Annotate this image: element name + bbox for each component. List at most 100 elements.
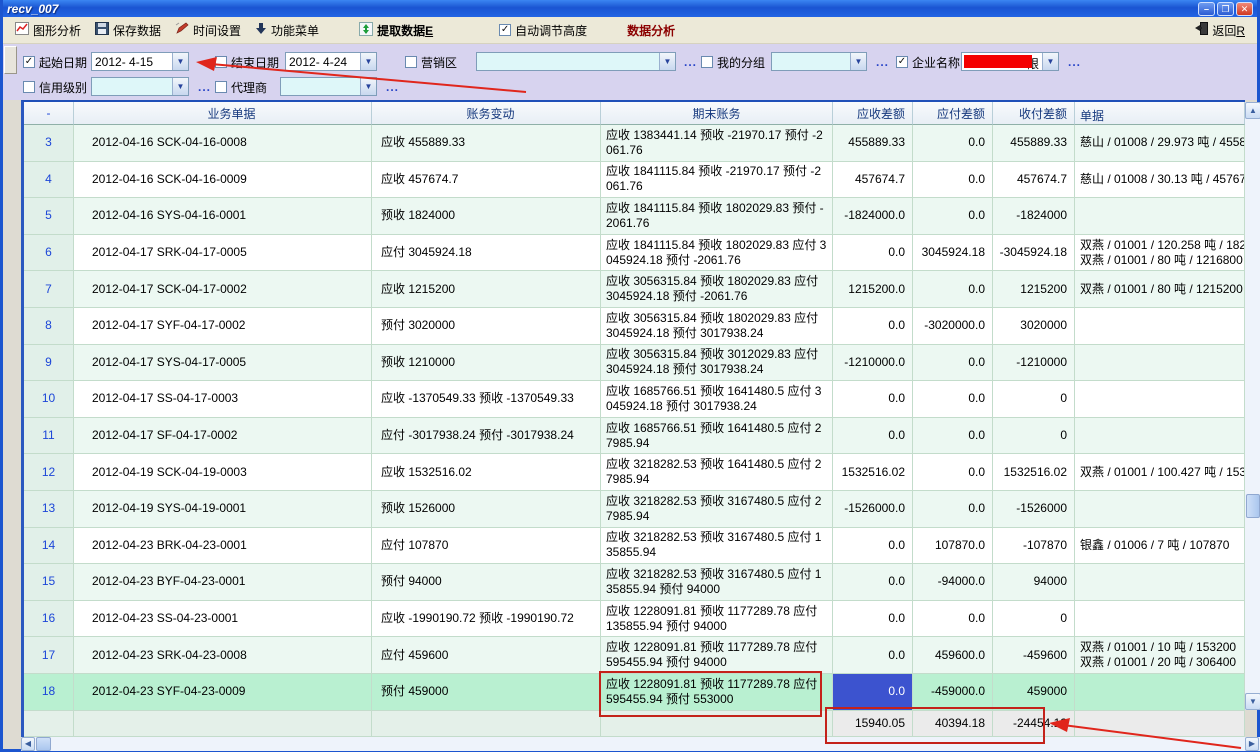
cell-num[interactable]: 6 (24, 235, 74, 272)
agent-combobox[interactable]: ▼ (280, 77, 377, 96)
chevron-down-icon[interactable]: ▼ (360, 78, 376, 95)
company-name-combobox[interactable]: 限 ▼ (961, 52, 1059, 71)
end-date-checkbox[interactable] (215, 56, 227, 68)
cell-doc[interactable]: 2012-04-19 SCK-04-19-0003 (74, 454, 372, 491)
cell-bills[interactable] (1075, 601, 1245, 638)
cell-num[interactable]: 12 (24, 454, 74, 491)
table-row[interactable]: 32012-04-16 SCK-04-16-0008应收 455889.33应收… (24, 125, 1245, 162)
cell-pay[interactable]: 0.0 (913, 271, 993, 308)
table-row[interactable]: 172012-04-23 SRK-04-23-0008应付 459600应收 1… (24, 637, 1245, 674)
cell-net[interactable]: 94000 (993, 564, 1075, 601)
horizontal-scrollbar[interactable]: ◀ ▶ (21, 737, 1260, 751)
cell-doc[interactable]: 2012-04-17 SF-04-17-0002 (74, 418, 372, 455)
scroll-up-icon[interactable]: ▲ (1245, 102, 1260, 119)
column-header-pay[interactable]: 应付差额 (913, 102, 993, 125)
cell-bills[interactable]: 双燕 / 01001 / 100.427 吨 / 153 (1075, 454, 1245, 491)
cell-net[interactable]: -1526000 (993, 491, 1075, 528)
column-header-num[interactable]: - (24, 102, 74, 125)
table-row[interactable]: 42012-04-16 SCK-04-16-0009应收 457674.7应收 … (24, 162, 1245, 199)
cell-change[interactable]: 应付 -3017938.24 预付 -3017938.24 (372, 418, 601, 455)
return-button[interactable]: 返回R (1195, 22, 1249, 39)
table-row[interactable]: 122012-04-19 SCK-04-19-0003应收 1532516.02… (24, 454, 1245, 491)
cell-num[interactable]: 9 (24, 345, 74, 382)
cell-change[interactable]: 预付 94000 (372, 564, 601, 601)
credit-level-checkbox[interactable] (23, 81, 35, 93)
cell-net[interactable]: -3045924.18 (993, 235, 1075, 272)
cell-bills[interactable]: 银鑫 / 01006 / 7 吨 / 107870 (1075, 528, 1245, 565)
chevron-down-icon[interactable]: ▼ (172, 53, 188, 70)
cell-pay[interactable]: 3045924.18 (913, 235, 993, 272)
cell-balance[interactable]: 应收 1841115.84 预收 1802029.83 应付 3045924.1… (601, 235, 833, 272)
table-row[interactable]: 132012-04-19 SYS-04-19-0001预收 1526000应收 … (24, 491, 1245, 528)
column-header-recv[interactable]: 应收差额 (833, 102, 913, 125)
cell-bills[interactable] (1075, 345, 1245, 382)
cell-recv[interactable]: 457674.7 (833, 162, 913, 199)
minimize-button[interactable]: – (1198, 2, 1215, 16)
cell-recv[interactable]: 0.0 (833, 528, 913, 565)
cell-recv[interactable]: 455889.33 (833, 125, 913, 162)
cell-num[interactable]: 4 (24, 162, 74, 199)
cell-net[interactable]: -1824000 (993, 198, 1075, 235)
save-data-button[interactable]: 保存数据 (91, 20, 165, 41)
cell-num[interactable]: 13 (24, 491, 74, 528)
auto-height-toggle[interactable]: ✓ 自动调节高度 (495, 20, 591, 41)
cell-recv[interactable]: 0.0 (833, 381, 913, 418)
graph-analysis-button[interactable]: 图形分析 (11, 20, 85, 41)
my-group-checkbox[interactable] (701, 56, 713, 68)
auto-height-checkbox[interactable]: ✓ (499, 24, 511, 36)
cell-pay[interactable]: 0.0 (913, 418, 993, 455)
cell-net[interactable]: 457674.7 (993, 162, 1075, 199)
my-group-combobox[interactable]: ▼ (771, 52, 867, 71)
cell-bills[interactable]: 慈山 / 01008 / 29.973 吨 / 4558 (1075, 125, 1245, 162)
cell-change[interactable]: 应收 -1370549.33 预收 -1370549.33 (372, 381, 601, 418)
cell-pay[interactable]: -459000.0 (913, 674, 993, 711)
start-date-checkbox[interactable]: ✓ (23, 56, 35, 68)
cell-bills[interactable] (1075, 308, 1245, 345)
cell-net[interactable]: 0 (993, 601, 1075, 638)
cell-change[interactable]: 预付 3020000 (372, 308, 601, 345)
cell-bills[interactable] (1075, 381, 1245, 418)
cell-change[interactable]: 应付 3045924.18 (372, 235, 601, 272)
cell-recv[interactable]: 0.0 (833, 308, 913, 345)
cell-balance[interactable]: 应收 1841115.84 预收 1802029.83 预付 -2061.76 (601, 198, 833, 235)
cell-doc[interactable]: 2012-04-16 SCK-04-16-0009 (74, 162, 372, 199)
cell-change[interactable]: 应收 1215200 (372, 271, 601, 308)
agent-checkbox[interactable] (215, 81, 227, 93)
cell-doc[interactable]: 2012-04-23 SRK-04-23-0008 (74, 637, 372, 674)
cell-pay[interactable]: 0.0 (913, 162, 993, 199)
cell-recv[interactable]: 0.0 (833, 564, 913, 601)
cell-net[interactable]: -1210000 (993, 345, 1075, 382)
data-analysis-button[interactable]: 数据分析 (623, 20, 679, 41)
table-row[interactable]: 152012-04-23 BYF-04-23-0001预付 94000应收 32… (24, 564, 1245, 601)
column-header-net[interactable]: 收付差额 (993, 102, 1075, 125)
cell-doc[interactable]: 2012-04-19 SYS-04-19-0001 (74, 491, 372, 528)
cell-num[interactable]: 7 (24, 271, 74, 308)
cell-doc[interactable]: 2012-04-17 SS-04-17-0003 (74, 381, 372, 418)
start-date-combobox[interactable]: 2012- 4-15 ▼ (91, 52, 189, 71)
cell-net[interactable]: 0 (993, 381, 1075, 418)
cell-recv[interactable]: -1526000.0 (833, 491, 913, 528)
cell-balance[interactable]: 应收 3218282.53 预收 3167480.5 应付 27985.94 (601, 491, 833, 528)
marketing-area-checkbox[interactable] (405, 56, 417, 68)
table-row[interactable]: 182012-04-23 SYF-04-23-0009预付 459000应收 1… (24, 674, 1245, 711)
cell-num[interactable]: 5 (24, 198, 74, 235)
cell-net[interactable]: -459600 (993, 637, 1075, 674)
cell-doc[interactable]: 2012-04-16 SYS-04-16-0001 (74, 198, 372, 235)
end-date-combobox[interactable]: 2012- 4-24 ▼ (285, 52, 377, 71)
cell-num[interactable]: 18 (24, 674, 74, 711)
cell-pay[interactable]: 0.0 (913, 601, 993, 638)
chevron-down-icon[interactable]: ▼ (659, 53, 675, 70)
cell-pay[interactable]: 0.0 (913, 345, 993, 382)
cell-pay[interactable]: 0.0 (913, 125, 993, 162)
table-row[interactable]: 112012-04-17 SF-04-17-0002应付 -3017938.24… (24, 418, 1245, 455)
cell-change[interactable]: 应付 107870 (372, 528, 601, 565)
function-menu-button[interactable]: 功能菜单 (251, 20, 323, 41)
cell-balance[interactable]: 应收 1685766.51 预收 1641480.5 应付 27985.94 (601, 418, 833, 455)
cell-bills[interactable] (1075, 674, 1245, 711)
cell-num[interactable]: 8 (24, 308, 74, 345)
cell-balance[interactable]: 应收 3218282.53 预收 3167480.5 应付 135855.94 … (601, 564, 833, 601)
cell-change[interactable]: 应收 455889.33 (372, 125, 601, 162)
cell-num[interactable]: 14 (24, 528, 74, 565)
cell-num[interactable]: 15 (24, 564, 74, 601)
panel-grip[interactable] (4, 46, 17, 74)
